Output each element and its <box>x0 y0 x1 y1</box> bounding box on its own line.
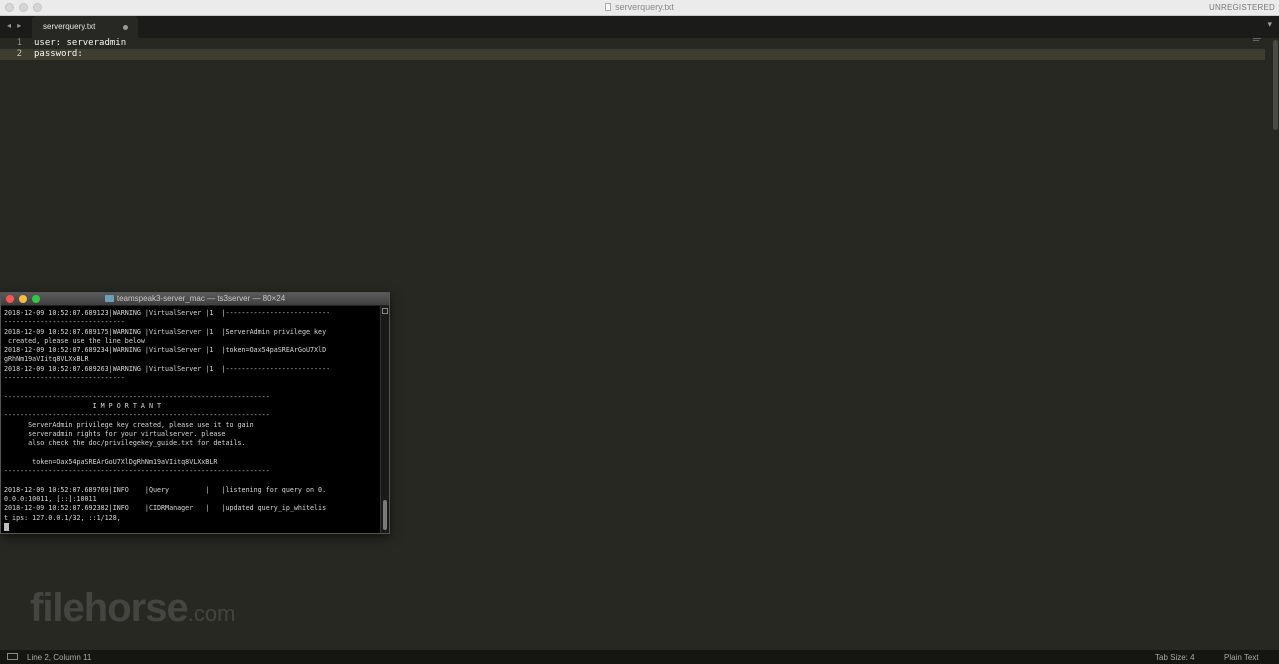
unsaved-indicator-icon[interactable] <box>123 25 128 30</box>
window-title: serverquery.txt <box>0 2 1279 12</box>
terminal-line: also check the doc/privilegekey_guide.tx… <box>4 439 246 448</box>
window-titlebar: serverquery.txt UNREGISTERED <box>0 0 1279 16</box>
folder-icon <box>104 295 114 302</box>
terminal-titlebar: teamspeak3-server_mac — ts3server — 80×2… <box>1 293 389 306</box>
terminal-line: I M P O R T A N T <box>4 401 162 410</box>
tab-size-selector[interactable]: Tab Size: 4 <box>1155 653 1195 662</box>
terminal-line: 2018-12-09 10:52:07.689234|WARNING |Virt… <box>4 346 327 355</box>
status-bar: Line 2, Column 11 Tab Size: 4 Plain Text <box>0 650 1279 664</box>
current-line-highlight <box>28 49 1265 60</box>
terminal-line: 2018-12-09 10:52:07.689175|WARNING |Virt… <box>4 327 327 336</box>
cursor-position: Line 2, Column 11 <box>27 653 92 662</box>
panel-toggle-icon[interactable] <box>7 653 18 660</box>
terminal-line: created, please use the line below <box>4 336 145 345</box>
document-icon <box>605 3 612 11</box>
terminal-line: 2018-12-09 10:52:07.689769|INFO |Query |… <box>4 485 327 494</box>
terminal-line: ------------------------------ <box>4 318 125 327</box>
syntax-selector[interactable]: Plain Text <box>1224 653 1259 662</box>
terminal-line: ----------------------------------------… <box>4 467 270 476</box>
terminal-line: ----------------------------------------… <box>4 411 270 420</box>
terminal-line: ----------------------------------------… <box>4 392 270 401</box>
unregistered-label: UNREGISTERED <box>1209 3 1275 12</box>
terminal-line: gRhNm19aVIitq8VLXxBLR <box>4 355 89 364</box>
terminal-prompt-line[interactable] <box>4 522 378 531</box>
tab-list-dropdown-icon[interactable]: ▾ <box>1267 19 1272 30</box>
tab-serverquery[interactable]: serverquery.txt <box>32 16 138 38</box>
terminal-window[interactable]: teamspeak3-server_mac — ts3server — 80×2… <box>0 292 390 534</box>
terminal-line: token=Oax54paSREArGoU7XlDgRhNm19aVIitq8V… <box>4 457 218 466</box>
terminal-scroll-thumb[interactable] <box>383 500 387 530</box>
terminal-line: 2018-12-09 10:52:07.692382|INFO |CIDRMan… <box>4 504 327 513</box>
line-number-gutter: 1 2 <box>0 38 28 60</box>
filehorse-watermark: filehorse.com <box>30 586 236 630</box>
tab-nav-arrows-icon[interactable]: ◂ ▸ <box>7 21 23 30</box>
terminal-line: 0.0.0:10011, [::]:10011 <box>4 494 97 503</box>
terminal-line: t ips: 127.0.0.1/32, ::1/128, <box>4 513 121 522</box>
terminal-cursor <box>4 522 9 531</box>
terminal-line: 2018-12-09 10:52:07.689263|WARNING |Virt… <box>4 364 331 373</box>
minimap[interactable] <box>1253 38 1265 43</box>
line-number: 1 <box>16 38 22 48</box>
code-line[interactable]: user: serveradmin <box>34 38 126 49</box>
terminal-title: teamspeak3-server_mac — ts3server — 80×2… <box>1 294 389 303</box>
terminal-line: ServerAdmin privilege key created, pleas… <box>4 420 254 429</box>
scrollbar-thumb[interactable] <box>1273 40 1278 130</box>
code-area[interactable]: user: serveradmin password: <box>34 38 126 60</box>
terminal-output[interactable]: 2018-12-09 10:52:07.689123|WARNING |Virt… <box>4 309 378 531</box>
code-line[interactable]: password: <box>34 49 126 60</box>
terminal-line: ------------------------------ <box>4 374 125 383</box>
editor-scrollbar[interactable] <box>1271 38 1279 650</box>
tab-label: serverquery.txt <box>43 22 96 31</box>
terminal-scrollbar[interactable] <box>380 306 389 533</box>
terminal-scroll-icon[interactable] <box>382 308 388 314</box>
terminal-line: serveradmin rights for your virtualserve… <box>4 429 226 438</box>
terminal-line: 2018-12-09 10:52:07.689123|WARNING |Virt… <box>4 309 331 317</box>
tab-bar: ◂ ▸ serverquery.txt ▾ <box>0 16 1279 38</box>
line-number: 2 <box>0 49 28 60</box>
